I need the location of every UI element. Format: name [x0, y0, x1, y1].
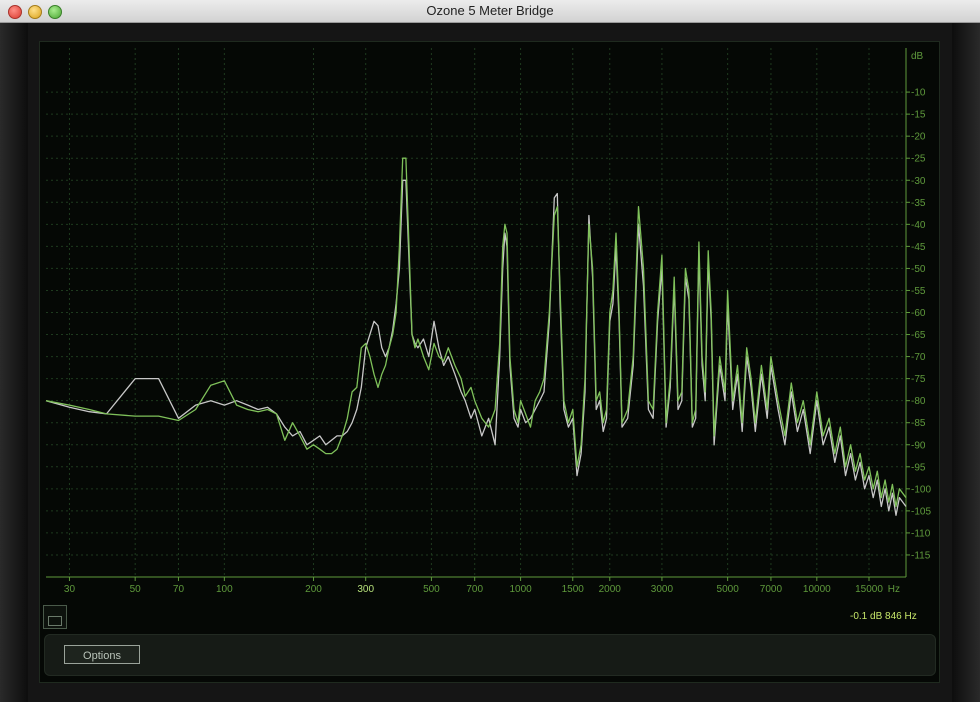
y-tick-label: -35 [911, 198, 926, 209]
x-axis-label: Hz [888, 584, 900, 595]
options-button[interactable]: Options [64, 645, 140, 664]
y-tick-label: -95 [911, 462, 926, 473]
y-tick-label: -60 [911, 308, 926, 319]
x-tick-label: 2000 [599, 584, 622, 595]
y-tick-label: -40 [911, 220, 926, 231]
y-tick-label: -10 [911, 88, 926, 99]
x-tick-label: 5000 [717, 584, 740, 595]
y-tick-label: -75 [911, 374, 926, 385]
y-tick-label: -20 [911, 132, 926, 143]
x-tick-label: 1500 [562, 584, 585, 595]
y-tick-label: -15 [911, 110, 926, 121]
view-toggle-button[interactable] [43, 605, 67, 629]
y-axis-label: dB [911, 51, 924, 62]
x-tick-label: 1000 [509, 584, 532, 595]
x-tick-label: 50 [130, 584, 142, 595]
y-tick-label: -65 [911, 330, 926, 341]
y-tick-label: -100 [911, 484, 931, 495]
y-tick-label: -110 [911, 528, 931, 539]
y-tick-label: -25 [911, 154, 926, 165]
bottom-toolbar [44, 634, 936, 676]
y-tick-label: -85 [911, 418, 926, 429]
y-tick-label: -45 [911, 242, 926, 253]
x-tick-label: 7000 [760, 584, 783, 595]
window-icon [48, 616, 62, 626]
series-line [45, 157, 907, 508]
y-tick-label: -80 [911, 396, 926, 407]
cursor-readout: -0.1 dB 846 Hz [850, 611, 917, 622]
x-tick-label: 3000 [651, 584, 674, 595]
x-tick-label: 100 [216, 584, 233, 595]
x-tick-label: 70 [173, 584, 185, 595]
x-tick-label: 500 [423, 584, 440, 595]
x-tick-label: 10000 [803, 584, 831, 595]
y-tick-label: -55 [911, 286, 926, 297]
x-tick-label: 200 [305, 584, 322, 595]
y-tick-label: -115 [911, 550, 931, 561]
series-line [45, 179, 907, 516]
x-tick-label: 30 [64, 584, 76, 595]
spectrum-chart: 30 50 70 100 200 300 500 700 1000 1500 2000 3000 500… [45, 48, 931, 595]
y-tick-label: -70 [911, 352, 926, 363]
x-tick-label: 15000 [855, 584, 883, 595]
y-tick-label: -30 [911, 176, 926, 187]
x-tick-label: 700 [466, 584, 483, 595]
y-tick-label: -90 [911, 440, 926, 451]
y-tick-label: -50 [911, 264, 926, 275]
app-window: Ozone 5 Meter Bridge 30 50 70 100 200 300 500 7… [0, 0, 980, 702]
y-tick-label: -105 [911, 506, 931, 517]
x-tick-label: 300 [357, 584, 374, 595]
